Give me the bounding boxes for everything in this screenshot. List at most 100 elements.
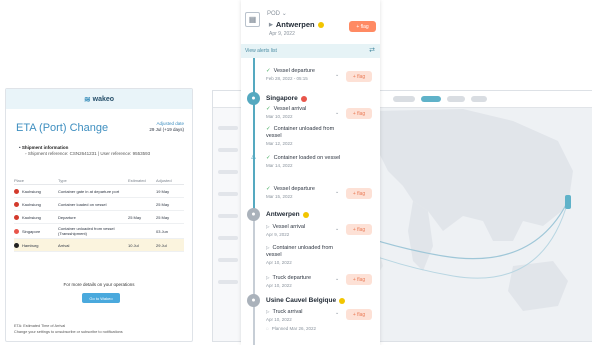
chevron-down-icon[interactable]: ⌄ xyxy=(335,189,339,195)
timeline-progress-line xyxy=(253,58,255,218)
germany-flag-icon xyxy=(14,242,19,248)
stop-marker-icon: ● xyxy=(247,208,260,221)
row-adjusted: 25 May xyxy=(156,201,170,207)
table-header: Place Type Estimated Adjusted xyxy=(14,176,184,185)
go-to-wakeo-button[interactable]: Go to Wakeo xyxy=(82,293,120,303)
row-place: Singapore xyxy=(22,228,41,234)
pod-label[interactable]: POD ⌄ xyxy=(267,10,287,17)
table-row-highlighted: Hamburg Arrival 10 Jul 29 Jul xyxy=(14,239,184,252)
row-type: Container loaded on vessel xyxy=(58,201,107,207)
col-type: Type xyxy=(58,177,67,183)
timeline-event: ✓ Container unloaded from vessel Mar 12, … xyxy=(266,126,335,146)
check-icon: ✓ xyxy=(266,106,271,112)
timeline-event: ▷ Truck arrival Apr 10, 2022 ◌ Planned Mar… xyxy=(266,309,316,331)
check-icon: ✓ xyxy=(266,186,271,192)
email-title: ETA (Port) Change xyxy=(16,122,109,134)
table-row: Singapore Container unloaded from vessel… xyxy=(14,224,184,239)
chevron-down-icon[interactable]: ⌄ xyxy=(335,110,339,116)
triangle-icon: ▷ xyxy=(266,275,270,280)
chevron-down-icon[interactable]: ⌄ xyxy=(335,72,339,78)
add-flag-button[interactable]: + flag xyxy=(346,108,372,119)
email-header: ≋ wakeo xyxy=(6,89,192,109)
pod-date: Apr 9, 2022 xyxy=(269,31,295,37)
add-flag-button[interactable]: + flag xyxy=(346,224,372,235)
row-adjusted: 29 Jul xyxy=(156,242,167,248)
timeline-event: ✓ Container loaded on vessel Mar 14, 2022 xyxy=(266,155,341,168)
row-type: Container gate in at departure port xyxy=(58,188,120,194)
belgium-flag-icon xyxy=(302,211,309,218)
triangle-icon: ▶ xyxy=(269,21,273,28)
row-adjusted: 03 Jun xyxy=(156,228,169,234)
belgium-flag-icon xyxy=(339,297,346,304)
taiwan-flag-icon xyxy=(14,214,19,220)
calendar-icon: ▦ xyxy=(245,12,260,27)
email-brand: wakeo xyxy=(92,95,115,103)
row-type: Container unloaded from vessel (Transshi… xyxy=(58,226,115,236)
shipment-info: • Shipment information ◦ Shipment refere… xyxy=(19,145,151,156)
triangle-icon: ▷ xyxy=(266,309,270,314)
table-row: Kaohsiung Container gate in at departure… xyxy=(14,185,184,198)
row-estimated: 10 Jul xyxy=(128,242,139,248)
timeline-event: ▷ Truck departure Apr 10, 2022 xyxy=(266,275,312,288)
clock-icon: ◌ xyxy=(266,326,269,331)
planned-date: Planned Mar 26, 2022 xyxy=(271,326,316,331)
pod-header: ▦ POD ⌄ ▶ Antwerpen Apr 9, 2022 + flag xyxy=(241,0,380,44)
timeline-event: ▷ Container unloaded from vessel Apr 10, … xyxy=(266,245,334,265)
add-flag-button[interactable]: + flag xyxy=(346,309,372,320)
col-estimated: Estimated xyxy=(128,177,146,183)
timeline-pending-line xyxy=(253,218,255,345)
check-icon: ✓ xyxy=(266,126,271,132)
wakeo-logo-icon: ≋ xyxy=(83,94,91,104)
stop-city: Antwerpen xyxy=(266,211,309,218)
taiwan-flag-icon xyxy=(14,188,19,194)
chevron-down-icon[interactable]: ⌄ xyxy=(335,310,339,316)
row-place: Kaohsiung xyxy=(22,214,41,220)
view-alerts-bar[interactable]: View alerts list ⇄ xyxy=(241,44,380,58)
email-legal: ETA: Estimated Time of Arrival Change yo… xyxy=(14,323,123,335)
stop-marker-icon: ● xyxy=(247,294,260,307)
shipment-reference: Shipment reference: CSN2641231 | User re… xyxy=(27,151,151,156)
row-place: Kaohsiung xyxy=(22,201,41,207)
view-alerts-link[interactable]: View alerts list xyxy=(245,48,277,54)
add-flag-button[interactable]: + flag xyxy=(346,71,372,82)
row-estimated: 25 May xyxy=(128,214,142,220)
stop-city: Usine Cauvel Belgique xyxy=(266,297,346,304)
col-place: Place xyxy=(14,177,25,183)
chevron-down-icon[interactable]: ⌄ xyxy=(335,226,339,232)
row-adjusted: 19 May xyxy=(156,188,170,194)
timeline-event: ▷ Vessel arrival Apr 9, 2022 xyxy=(266,224,306,237)
triangle-icon: ▷ xyxy=(266,224,270,229)
singapore-flag-icon xyxy=(14,228,19,234)
person-icon: ♙ xyxy=(250,153,257,161)
row-type: Arrival xyxy=(58,242,70,248)
events-table: Place Type Estimated Adjusted Kaohsiung … xyxy=(14,176,184,252)
chevron-down-icon[interactable]: ⌄ xyxy=(335,276,339,282)
pod-city: ▶ Antwerpen xyxy=(269,20,324,29)
shipment-timeline-panel: ▦ POD ⌄ ▶ Antwerpen Apr 9, 2022 + flag Vi… xyxy=(241,0,380,345)
row-place: Kaohsiung xyxy=(22,188,41,194)
singapore-flag-icon xyxy=(300,95,307,102)
row-place: Hamburg xyxy=(22,242,39,248)
check-icon: ✓ xyxy=(266,68,271,74)
add-flag-button[interactable]: + flag xyxy=(346,188,372,199)
eta-change-email: ≋ wakeo ETA (Port) Change Adjusted date … xyxy=(5,88,193,342)
timeline-event: ✓ Vessel departure Feb 28, 2022 - 05:15 xyxy=(266,68,315,81)
triangle-icon: ▷ xyxy=(266,245,270,250)
adjusted-date: Adjusted date 29 Jul (+19 days) xyxy=(149,121,184,133)
adjusted-date-value: 29 Jul (+19 days) xyxy=(149,127,184,132)
stop-marker-icon: ● xyxy=(247,92,260,105)
row-type: Departure xyxy=(58,214,76,220)
swap-icon[interactable]: ⇄ xyxy=(369,46,375,54)
belgium-flag-icon xyxy=(317,21,324,28)
map-marker[interactable] xyxy=(565,195,571,209)
table-row: Kaohsiung Departure 25 May 25 May xyxy=(14,211,184,224)
col-adjusted: Adjusted xyxy=(156,177,172,183)
row-adjusted: 25 May xyxy=(156,214,170,220)
add-flag-button[interactable]: + flag xyxy=(349,21,376,32)
table-row: Kaohsiung Container loaded on vessel 25 … xyxy=(14,198,184,211)
details-text: For more details on your operations xyxy=(63,282,135,287)
notification-settings-link[interactable]: Change your settings to unsubscribe or s… xyxy=(14,329,123,335)
shipment-info-title: Shipment information xyxy=(21,145,69,150)
add-flag-button[interactable]: + flag xyxy=(346,274,372,285)
check-icon: ✓ xyxy=(266,155,271,161)
